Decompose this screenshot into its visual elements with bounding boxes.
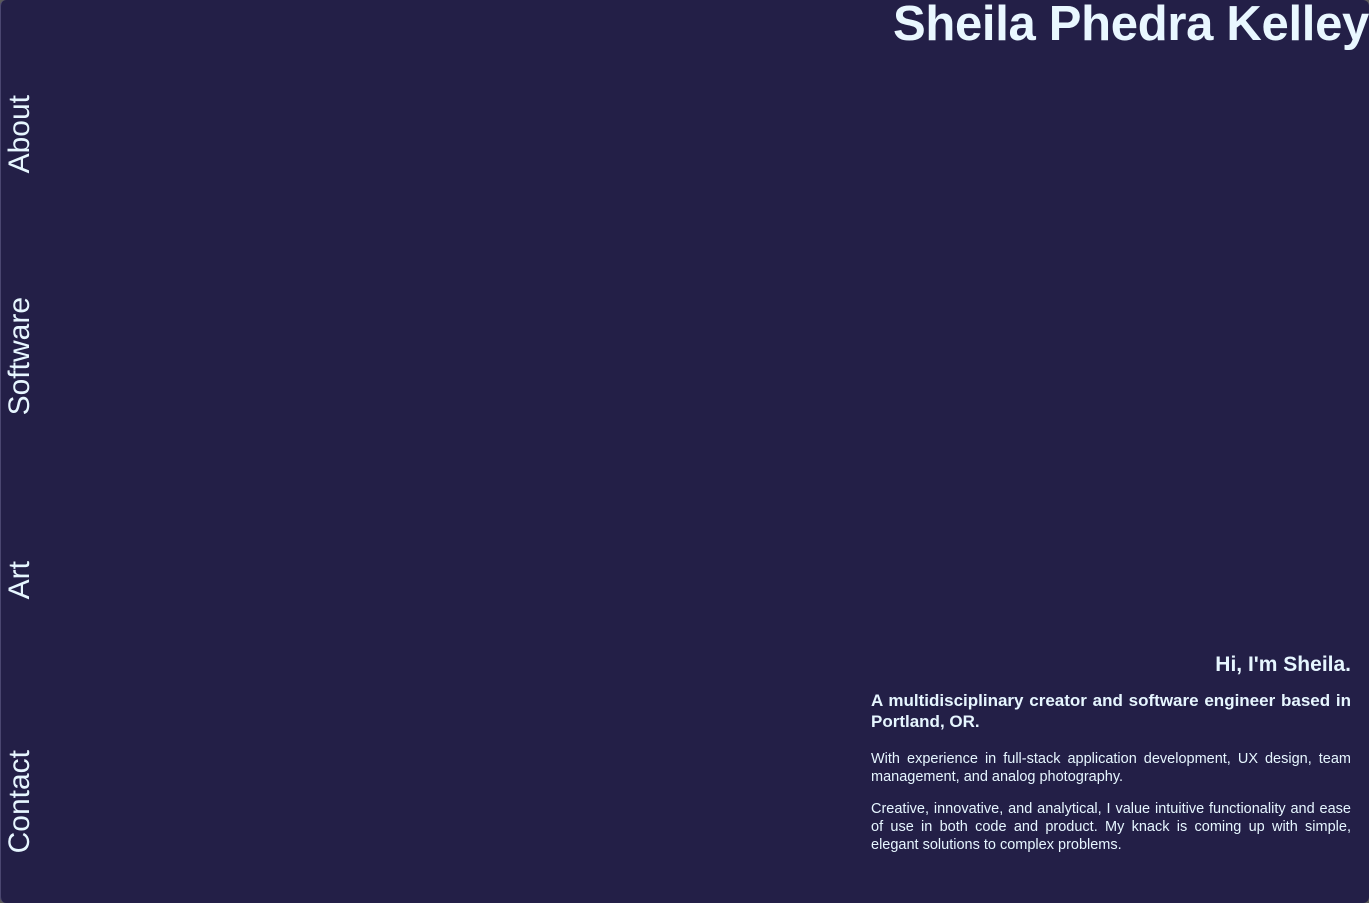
bio-paragraph-experience: With experience in full-stack applicatio… (871, 751, 1351, 785)
about-section: Hi, I'm Sheila. A multidisciplinary crea… (871, 652, 1351, 868)
nav-link-contact[interactable]: Contact (3, 750, 37, 853)
nav-link-about[interactable]: About (3, 95, 37, 173)
tagline: A multidisciplinary creator and software… (871, 691, 1351, 731)
page-frame: Sheila Phedra Kelley About Software Art … (0, 0, 1369, 903)
greeting-heading: Hi, I'm Sheila. (1215, 653, 1351, 676)
site-title: Sheila Phedra Kelley (892, 0, 1369, 51)
bio-paragraph-values: Creative, innovative, and analytical, I … (871, 801, 1351, 853)
nav-link-art[interactable]: Art (3, 561, 37, 599)
nav-link-software[interactable]: Software (3, 297, 37, 415)
